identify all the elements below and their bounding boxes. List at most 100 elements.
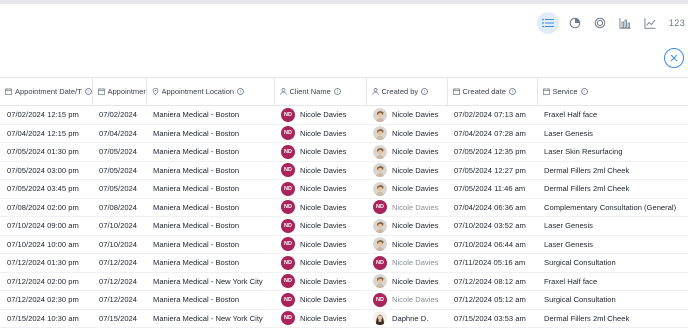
table-row[interactable]: 07/05/2024 01:30 pm 07/05/2024 Maniera Med…: [0, 142, 688, 162]
info-icon[interactable]: i: [580, 88, 588, 95]
table-row[interactable]: 07/08/2024 02:00 pm 07/08/2024 Maniera Med…: [0, 198, 688, 217]
appointment-date-cell: 07/10/2024: [92, 216, 146, 236]
list-view-button[interactable]: [537, 12, 559, 34]
table-row[interactable]: 07/10/2024 10:00 am 07/10/2024 Maniera Med…: [0, 235, 688, 254]
column-header-label: Appointment Location: [161, 87, 235, 96]
client-cell[interactable]: ND Nicole Davies: [274, 161, 366, 180]
table-row[interactable]: 07/12/2024 02:30 pm 07/12/2024 Maniera Med…: [0, 290, 688, 310]
appointment-datetime-cell: 07/15/2024 10:30 am: [0, 309, 92, 328]
table-row[interactable]: 07/05/2024 03:45 pm 07/05/2024 Maniera Med…: [0, 179, 688, 199]
created-date-cell: 07/04/2024 07:28 am: [447, 124, 537, 143]
location-cell: Maniera Medical - Boston: [146, 124, 274, 143]
location-cell: Maniera Medical - New York City: [146, 309, 274, 328]
pie-chart-icon: [569, 17, 581, 29]
close-button[interactable]: [664, 48, 684, 68]
creator-avatar-photo: [373, 144, 387, 159]
client-cell[interactable]: ND Nicole Davies: [274, 124, 366, 143]
column-header-label: Appointment Date/Time: [15, 87, 82, 96]
pie-view-button[interactable]: [564, 12, 586, 34]
number-view-button[interactable]: 123: [666, 18, 688, 28]
column-header[interactable]: Appointment d: [92, 77, 147, 106]
column-header[interactable]: Service i: [537, 77, 688, 106]
appointment-datetime-cell: 07/05/2024 03:00 pm: [0, 161, 92, 180]
created-date-cell: 07/05/2024 12:27 pm: [447, 161, 537, 180]
client-cell[interactable]: ND Nicole Davies: [274, 253, 366, 273]
creator-name: Nicole Davies: [392, 184, 439, 194]
creator-avatar-photo: [373, 163, 387, 178]
created-date-cell: 07/10/2024 06:44 am: [447, 235, 537, 254]
location-icon: [152, 88, 158, 95]
bar-view-button[interactable]: [614, 12, 636, 34]
service-cell: Laser Genesis: [537, 235, 688, 254]
client-cell[interactable]: ND Nicole Davies: [274, 179, 366, 199]
created-by-cell: Nicole Davies: [366, 142, 447, 162]
table-row[interactable]: 07/04/2024 12:15 pm 07/04/2024 Maniera Med…: [0, 124, 688, 143]
client-cell[interactable]: ND Nicole Davies: [274, 216, 366, 236]
appointment-datetime-cell: 07/08/2024 02:00 pm: [0, 198, 92, 217]
table-row[interactable]: 07/05/2024 03:00 pm 07/05/2024 Maniera Med…: [0, 161, 688, 180]
client-avatar: ND: [281, 200, 295, 215]
table-row[interactable]: 07/15/2024 10:30 am 07/15/2024 Maniera Med…: [0, 309, 688, 328]
line-view-button[interactable]: [639, 12, 661, 34]
info-icon[interactable]: i: [421, 88, 429, 95]
client-cell[interactable]: ND Nicole Davies: [274, 309, 366, 328]
column-header[interactable]: Client Name i: [274, 77, 367, 106]
creator-name: Nicole Davies: [392, 295, 439, 305]
creator-name: Nicole Davies: [392, 147, 439, 157]
client-cell[interactable]: ND Nicole Davies: [274, 198, 366, 217]
info-icon[interactable]: i: [84, 88, 91, 95]
client-avatar: ND: [281, 311, 295, 326]
appointment-datetime-cell: 07/04/2024 12:15 pm: [0, 124, 92, 143]
client-name: Nicole Davies: [300, 147, 347, 157]
created-date-cell: 07/05/2024 11:46 am: [447, 179, 537, 199]
created-by-cell: Nicole Davies: [366, 216, 447, 236]
column-header[interactable]: Appointment Location i: [146, 77, 275, 106]
client-name: Nicole Davies: [300, 313, 347, 323]
info-icon[interactable]: i: [237, 88, 245, 95]
table-row[interactable]: 07/12/2024 02:00 pm 07/12/2024 Maniera Med…: [0, 272, 688, 291]
client-cell[interactable]: ND Nicole Davies: [274, 290, 366, 310]
creator-avatar: ND: [373, 200, 387, 215]
appointment-datetime-cell: 07/12/2024 02:00 pm: [0, 272, 92, 291]
created-by-cell: ND Nicole Davies: [366, 198, 447, 217]
column-header-label: Appointment d: [107, 87, 146, 96]
created-by-cell: Nicole Davies: [366, 105, 447, 125]
info-icon[interactable]: i: [508, 88, 516, 95]
client-avatar: ND: [281, 274, 295, 289]
client-name: Nicole Davies: [300, 221, 347, 231]
created-by-cell: Nicole Davies: [366, 179, 447, 199]
client-cell[interactable]: ND Nicole Davies: [274, 235, 366, 254]
location-cell: Maniera Medical - Boston: [146, 161, 274, 180]
column-header-label: Client Name: [289, 87, 331, 96]
creator-avatar-photo: [373, 237, 387, 252]
appointment-datetime-cell: 07/12/2024 02:30 pm: [0, 290, 92, 310]
service-cell: Fraxel Half face: [537, 272, 688, 291]
donut-view-button[interactable]: [589, 12, 611, 34]
column-header[interactable]: Appointment Date/Timei: [0, 77, 93, 106]
service-cell: Dermal Fillers 2ml Cheek: [537, 179, 688, 199]
client-name: Nicole Davies: [300, 239, 347, 249]
info-icon[interactable]: i: [333, 88, 341, 95]
appointment-date-cell: 07/12/2024: [92, 290, 146, 310]
created-by-cell: Nicole Davies: [366, 124, 447, 143]
appointment-datetime-cell: 07/10/2024 09:00 am: [0, 216, 92, 236]
client-avatar: ND: [281, 126, 295, 141]
column-header[interactable]: Created date i: [447, 77, 538, 106]
table-row[interactable]: 07/12/2024 01:30 pm 07/12/2024 Maniera Med…: [0, 253, 688, 273]
table-row[interactable]: 07/02/2024 12:15 pm 07/02/2024 Maniera Med…: [0, 105, 688, 125]
service-cell: Laser Skin Resurfacing: [537, 142, 688, 162]
client-avatar: ND: [281, 292, 295, 307]
table-row[interactable]: 07/10/2024 09:00 am 07/10/2024 Maniera Med…: [0, 216, 688, 236]
column-header-label: Service: [552, 87, 578, 96]
location-cell: Maniera Medical - Boston: [146, 179, 274, 199]
client-avatar: ND: [281, 107, 295, 122]
column-header[interactable]: Created by i: [366, 77, 448, 106]
client-cell[interactable]: ND Nicole Davies: [274, 142, 366, 162]
client-cell[interactable]: ND Nicole Davies: [274, 272, 366, 291]
created-by-cell: Daphne D.: [366, 309, 447, 328]
calendar-icon: [452, 88, 460, 95]
calendar-icon: [97, 88, 105, 95]
line-chart-icon: [644, 17, 656, 29]
service-cell: Dermal Fillers 2ml Cheek: [537, 161, 688, 180]
client-cell[interactable]: ND Nicole Davies: [274, 105, 366, 125]
